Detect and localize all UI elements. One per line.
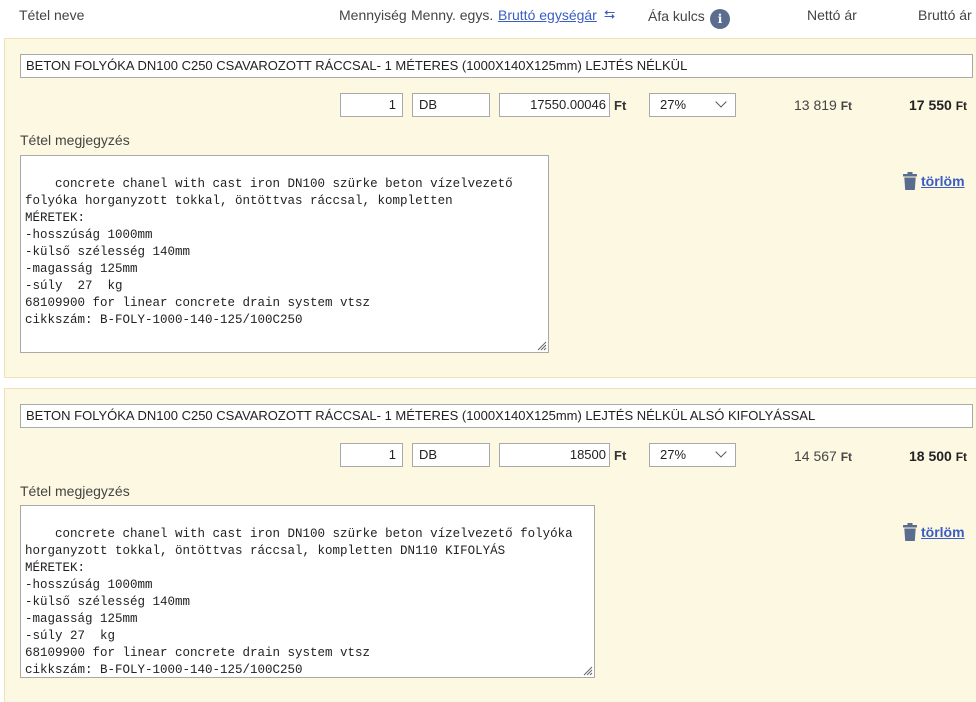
delete-item-link[interactable]: törlöm bbox=[903, 523, 965, 541]
trash-icon bbox=[903, 523, 917, 541]
vat-select-value: 27% bbox=[660, 97, 687, 112]
trash-icon bbox=[903, 172, 917, 190]
vat-select[interactable]: 27% bbox=[649, 443, 736, 467]
column-header-vat: Áfa kulcs bbox=[648, 8, 705, 24]
vat-select-value: 27% bbox=[660, 447, 687, 462]
gross-price-value: 18 500 bbox=[909, 448, 952, 464]
currency-label: Ft bbox=[614, 98, 627, 113]
gross-unit-price-toggle-link[interactable]: Bruttó egységár bbox=[498, 7, 597, 23]
unit-price-input[interactable]: 17550.00046 bbox=[499, 93, 610, 117]
item-name-input[interactable]: BETON FOLYÓKA DN100 C250 CSAVAROZOTT RÁC… bbox=[20, 404, 973, 428]
column-header-unit: Menny. egys. bbox=[411, 7, 494, 23]
delete-item-label: törlöm bbox=[921, 524, 965, 540]
column-header-name: Tétel neve bbox=[19, 7, 85, 23]
resize-handle-icon[interactable] bbox=[535, 339, 547, 351]
net-price-value: 13 819 bbox=[794, 97, 837, 113]
line-item: BETON FOLYÓKA DN100 C250 CSAVAROZOTT RÁC… bbox=[4, 388, 976, 702]
net-price: 13 819 Ft bbox=[794, 97, 852, 113]
item-note-text: concrete chanel with cast iron DN100 szü… bbox=[25, 527, 573, 677]
gross-price: 17 550 Ft bbox=[909, 97, 967, 113]
quantity-input[interactable]: 1 bbox=[340, 443, 403, 467]
item-note-textarea[interactable]: concrete chanel with cast iron DN100 szü… bbox=[20, 505, 595, 678]
quantity-input[interactable]: 1 bbox=[340, 93, 403, 117]
item-note-text: concrete chanel with cast iron DN100 szü… bbox=[25, 177, 513, 327]
table-header: Tétel neve Mennyiség Menny. egys. Bruttó… bbox=[0, 0, 976, 38]
unit-input[interactable]: DB bbox=[412, 93, 490, 117]
unit-price-input[interactable]: 18500 bbox=[499, 443, 610, 467]
note-label: Tétel megjegyzés bbox=[20, 483, 130, 499]
net-price-currency: Ft bbox=[840, 450, 853, 464]
unit-input[interactable]: DB bbox=[412, 443, 490, 467]
gross-price: 18 500 Ft bbox=[909, 448, 967, 464]
line-item: BETON FOLYÓKA DN100 C250 CSAVAROZOTT RÁC… bbox=[4, 38, 976, 378]
currency-label: Ft bbox=[614, 448, 627, 463]
net-price-currency: Ft bbox=[840, 99, 853, 113]
column-header-net: Nettó ár bbox=[807, 7, 857, 23]
net-price-currency: Ft bbox=[955, 450, 968, 464]
note-label: Tétel megjegyzés bbox=[20, 132, 130, 148]
gross-price-currency: Ft bbox=[955, 99, 968, 113]
item-name-input[interactable]: BETON FOLYÓKA DN100 C250 CSAVAROZOTT RÁC… bbox=[20, 54, 973, 78]
delete-item-link[interactable]: törlöm bbox=[903, 172, 965, 190]
info-icon[interactable]: i bbox=[710, 9, 730, 29]
net-price: 14 567 Ft bbox=[794, 448, 852, 464]
column-header-quantity: Mennyiség bbox=[339, 7, 407, 23]
swap-arrows-icon[interactable]: ⮀ bbox=[604, 6, 615, 23]
chevron-down-icon bbox=[715, 96, 727, 108]
net-price-value: 14 567 bbox=[794, 448, 837, 464]
resize-handle-icon[interactable] bbox=[581, 664, 593, 676]
gross-price-value: 17 550 bbox=[909, 97, 952, 113]
chevron-down-icon bbox=[715, 446, 727, 458]
delete-item-label: törlöm bbox=[921, 173, 965, 189]
vat-select[interactable]: 27% bbox=[649, 93, 736, 117]
column-header-gross: Bruttó ár bbox=[918, 7, 972, 23]
item-note-textarea[interactable]: concrete chanel with cast iron DN100 szü… bbox=[20, 155, 549, 353]
